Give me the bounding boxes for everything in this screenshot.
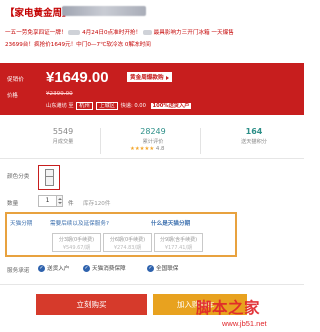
- installment-option-term: 分3期(0手续费): [58, 237, 95, 243]
- watermark-logo: 脚本之家: [196, 298, 261, 317]
- installment-label: 天猫分期: [10, 221, 33, 227]
- review-count[interactable]: 28249: [123, 127, 183, 136]
- ship-city-select[interactable]: 杭州: [76, 102, 93, 110]
- stepper-down-icon[interactable]: [58, 202, 62, 204]
- divider: [100, 128, 101, 154]
- stepper-up-icon[interactable]: [58, 198, 62, 200]
- arrow-right-icon: [165, 75, 169, 80]
- quantity-label: 数量: [7, 201, 19, 207]
- installment-option-price: ¥549.67/期: [62, 245, 91, 251]
- monthly-sales-count: 5549: [52, 127, 74, 136]
- installment-option-price: ¥177.41/期: [164, 245, 193, 251]
- ship-from: 山东潍坊: [46, 103, 67, 109]
- promise-text: 全国联保: [156, 266, 179, 272]
- color-label: 颜色分类: [7, 174, 30, 180]
- divider: [0, 158, 304, 159]
- installment-option-9[interactable]: 分9期(含手续费) ¥177.41/期: [154, 233, 203, 252]
- ship-fee: 快递: 0.00: [120, 103, 146, 109]
- shield-icon: ✓: [83, 265, 90, 272]
- promo-tag-label: 黄金周爆款购: [130, 75, 164, 81]
- monthly-sales-label: 月成交量: [52, 139, 74, 145]
- original-price-label: 价格: [7, 93, 18, 99]
- review-count-label: 累计评价: [142, 139, 164, 145]
- installment-question: 需要后续以及延保服务?: [50, 221, 109, 227]
- quantity-unit: 件: [68, 201, 74, 207]
- divider: [200, 128, 201, 154]
- watermark-url: www.jb51.net: [222, 319, 267, 328]
- original-price-value: ¥2399.00: [46, 91, 73, 97]
- installment-option-3[interactable]: 分3期(0手续费) ¥549.67/期: [52, 233, 101, 252]
- warranty-icon: ✓: [147, 265, 154, 272]
- promo-price-value: ¥1649.00: [46, 69, 109, 86]
- fridge-icon: [45, 169, 54, 186]
- color-option-swatch[interactable]: [38, 165, 60, 190]
- service-promise-label: 服务承诺: [7, 268, 30, 274]
- ship-to-label: 至: [68, 103, 74, 109]
- installment-option-6[interactable]: 分6期(0手续费) ¥274.83/期: [103, 233, 152, 252]
- stock-count: 库存120件: [83, 201, 111, 207]
- divider: [0, 284, 304, 285]
- promise-text: 天猫消费保障: [92, 266, 126, 272]
- promo-line-1-tail: 一天爆售: [211, 30, 234, 36]
- redacted-title-bar: [62, 6, 146, 16]
- truck-icon: ✓: [38, 265, 45, 272]
- redacted-text: [68, 30, 81, 35]
- points-count: 164: [245, 127, 263, 136]
- promise-national-warranty[interactable]: ✓ 全国联保: [147, 264, 178, 272]
- star-rating-icon: ★★★★★: [130, 146, 155, 152]
- rating-score: 4.8: [155, 146, 165, 152]
- shipping-row: 山东潍坊 至 杭州 上城区 快递: 0.00 100%送货入户: [46, 102, 192, 110]
- delivery-badge: 100%送货入户: [150, 103, 192, 109]
- promise-home-delivery[interactable]: ✓ 送货入户: [38, 264, 69, 272]
- points-label: 送天猫积分: [241, 139, 267, 145]
- installment-help-link[interactable]: 什么是天猫分期: [151, 219, 190, 227]
- buy-now-button[interactable]: 立刻购买: [36, 294, 147, 315]
- redacted-text: [142, 30, 152, 35]
- installment-option-term: 分9期(含手续费): [159, 237, 198, 243]
- promo-line-1-start: 一五一劳免享四证一牌！: [5, 30, 67, 36]
- promise-text: 送货入户: [47, 266, 70, 272]
- promo-line-1-end: 4月24日0点准时开抢！: [82, 30, 142, 36]
- installment-option-price: ¥274.83/期: [113, 245, 142, 251]
- rating: ★★★★★ 4.8: [130, 146, 164, 152]
- quantity-stepper[interactable]: [57, 195, 63, 207]
- promo-line-1: 一五一劳免享四证一牌！ 4月24日0点准时开抢！ 最具影响力三开门冰箱 一天爆售: [5, 28, 234, 36]
- quantity-input[interactable]: 1: [38, 195, 57, 207]
- promise-consumer-protection[interactable]: ✓ 天猫消费保障: [83, 264, 126, 272]
- ship-district-select[interactable]: 上城区: [96, 102, 118, 110]
- promo-price-label: 促销价: [7, 77, 24, 83]
- promo-line-2: 23699台！疯抢价1649元！中门0—7℃软冷冻 0解冻时间: [5, 42, 151, 48]
- installment-option-term: 分6期(0手续费): [109, 237, 146, 243]
- promo-tag-badge[interactable]: 黄金周爆款购: [127, 72, 172, 82]
- promo-line-1-link[interactable]: 最具影响力三开门冰箱: [154, 30, 210, 36]
